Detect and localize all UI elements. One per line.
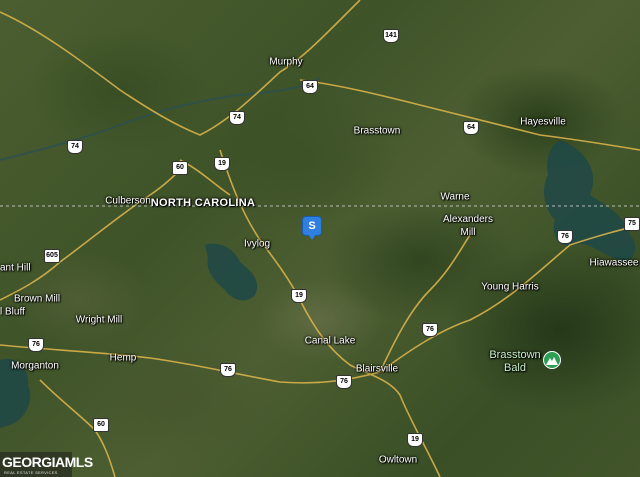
- place-brasstown[interactable]: Brasstown: [354, 126, 401, 137]
- highway-19-shield-south: 19: [291, 289, 307, 303]
- place-wright-mill[interactable]: Wright Mill: [76, 315, 122, 326]
- place-ivylog[interactable]: Ivylog: [244, 239, 270, 250]
- highway-141-shield: 141: [383, 29, 399, 43]
- road-ga60: [0, 164, 186, 301]
- georgia-mls-logo: GEORGIAMLS REAL ESTATE SERVICES: [0, 452, 93, 477]
- place-warne[interactable]: Warne: [440, 192, 469, 203]
- place-hayesville[interactable]: Hayesville: [520, 117, 566, 128]
- park-brasstown-bald[interactable]: Brasstown Bald: [489, 349, 540, 375]
- highway-64-shield: 64: [302, 80, 318, 94]
- road-us74: [0, 0, 361, 136]
- highway-605-shield: 605: [44, 249, 60, 263]
- highway-64-shield-east: 64: [463, 121, 479, 135]
- logo-text: GEORGIAMLS: [2, 454, 93, 470]
- place-culberson[interactable]: Culberson: [105, 196, 151, 207]
- highway-76-shield-east: 76: [557, 230, 573, 244]
- place-bluff[interactable]: l Bluff: [0, 307, 25, 318]
- highway-76-shield-blairsville: 76: [422, 323, 438, 337]
- satellite-map[interactable]: 141 64 74 74 60 19 64 605 76 19 76 76 76…: [0, 0, 640, 477]
- highway-76-shield-south: 76: [336, 375, 352, 389]
- place-blairsville[interactable]: Blairsville: [356, 364, 398, 375]
- mountain-icon[interactable]: [543, 351, 561, 369]
- place-young-harris[interactable]: Young Harris: [481, 282, 538, 293]
- place-hemp[interactable]: Hemp: [110, 353, 137, 364]
- highway-76-shield-hemp: 76: [220, 363, 236, 377]
- place-canal-lake[interactable]: Canal Lake: [305, 336, 356, 347]
- place-owltown[interactable]: Owltown: [379, 455, 417, 466]
- highway-60-shield-south: 60: [93, 418, 109, 432]
- park-line2: Bald: [503, 362, 527, 374]
- state-label: NORTH CAROLINA: [150, 197, 256, 209]
- listing-map-pin[interactable]: S: [302, 216, 322, 242]
- place-hiawassee[interactable]: Hiawassee: [590, 258, 639, 269]
- park-line1: Brasstown: [489, 349, 541, 361]
- highway-76-shield-west: 76: [28, 338, 44, 352]
- pin-letter: S: [308, 220, 316, 232]
- highway-75-shield: 75: [624, 217, 640, 231]
- highway-19-shield-owltown: 19: [407, 433, 423, 447]
- highway-60-shield: 60: [172, 161, 188, 175]
- road-blairsville-north: [379, 234, 471, 373]
- highway-74-shield: 74: [229, 111, 245, 125]
- place-morganton[interactable]: Morganton: [11, 361, 59, 372]
- place-alexanders-mill[interactable]: Alexanders Mill: [443, 213, 493, 239]
- highway-19-shield: 19: [214, 157, 230, 171]
- highway-74-shield-west: 74: [67, 140, 83, 154]
- road-us64-east: [299, 79, 640, 151]
- logo-subtext: REAL ESTATE SERVICES: [4, 470, 58, 475]
- place-brown-mill[interactable]: Brown Mill: [14, 294, 60, 305]
- place-grant-hill[interactable]: ant Hill: [0, 263, 31, 274]
- place-murphy[interactable]: Murphy: [269, 57, 302, 68]
